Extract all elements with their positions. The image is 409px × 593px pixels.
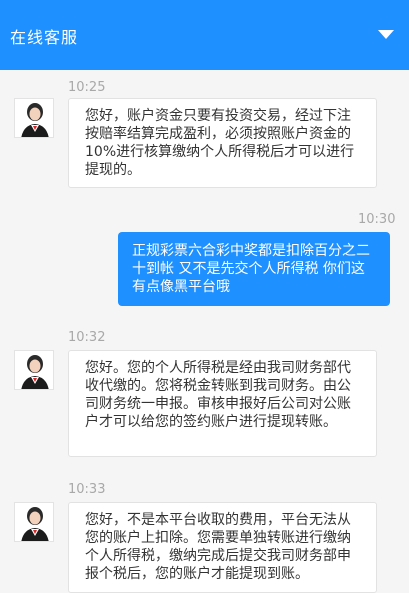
agent-message: 您好，不是本平台收取的费用，平台无法从您的账户上扣除。您需要单独转账进行缴纳个人… <box>68 502 377 593</box>
message-time: 10:30 <box>358 212 396 227</box>
message-text: 您好，账户资金只要有投资交易，经过下注按赔率结算完成盈利，必须按照账户资金的10… <box>85 108 355 178</box>
agent-avatar <box>14 350 54 390</box>
message-time: 10:33 <box>68 482 106 497</box>
agent-avatar <box>14 98 54 138</box>
message-time: 10:32 <box>68 330 106 345</box>
chat-header: 在线客服 <box>0 0 409 70</box>
message-text: 您好，不是本平台收取的费用，平台无法从您的账户上扣除。您需要单独转账进行缴纳个人… <box>85 512 351 582</box>
message-text: 正规彩票六合彩中奖都是扣除百分之二十到帐 又不是先交个人所得税 你们这有点像黑平… <box>132 243 370 295</box>
user-message: 正规彩票六合彩中奖都是扣除百分之二十到帐 又不是先交个人所得税 你们这有点像黑平… <box>118 232 390 306</box>
chevron-down-icon[interactable] <box>378 30 394 39</box>
agent-avatar <box>14 502 54 542</box>
message-text: 您好。您的个人所得税是经由我司财务部代收代缴的。您将税金转账到我司财务。由公司财… <box>85 360 351 430</box>
agent-message: 您好，账户资金只要有投资交易，经过下注按赔率结算完成盈利，必须按照账户资金的10… <box>68 98 377 188</box>
agent-message: 您好。您的个人所得税是经由我司财务部代收代缴的。您将税金转账到我司财务。由公司财… <box>68 350 377 457</box>
message-time: 10:25 <box>68 80 106 95</box>
chat-title: 在线客服 <box>10 28 79 47</box>
